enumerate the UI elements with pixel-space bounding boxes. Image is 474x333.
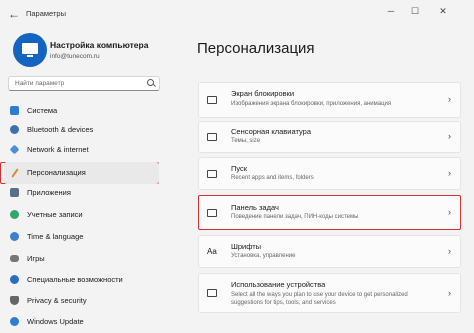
chevron-right-icon: › — [448, 246, 451, 256]
network-icon — [9, 144, 20, 155]
sidebar-item-network[interactable]: Network & internet — [4, 139, 159, 161]
accounts-icon — [10, 210, 19, 219]
sidebar-item-label: Специальные возможности — [27, 275, 123, 284]
sidebar-item-time-language[interactable]: Time & language — [4, 226, 159, 248]
card-subtitle: Поведение панели задач, ПИН-коды системы — [231, 214, 359, 220]
games-icon — [10, 255, 19, 262]
card-title: Использование устройства — [231, 280, 326, 289]
sidebar-item-games[interactable]: Игры — [4, 248, 159, 270]
taskbar-icon — [207, 209, 217, 217]
start-icon — [207, 170, 217, 178]
apps-icon — [10, 188, 19, 197]
minimize-icon[interactable]: ─ — [384, 4, 398, 18]
sidebar-item-label: Privacy & security — [27, 296, 87, 305]
user-profile[interactable]: Настройка компьютера info@tunecom.ru — [8, 33, 188, 69]
search-placeholder: Найти параметр — [15, 80, 65, 87]
sidebar-item-label: Игры — [27, 254, 45, 263]
settings-card-device-usage[interactable]: Использование устройства Select all the … — [198, 273, 461, 313]
sidebar-item-windows-update[interactable]: Windows Update — [4, 311, 159, 333]
sidebar-item-label: Bluetooth & devices — [27, 125, 94, 134]
search-icon — [147, 79, 154, 86]
time-language-icon — [10, 232, 19, 241]
card-subtitle: Изображения экрана блокировки, приложени… — [231, 101, 392, 107]
page-title: Персонализация — [197, 40, 315, 57]
card-subtitle: Установка, управление — [231, 253, 296, 259]
sidebar-item-apps[interactable]: Приложения — [4, 182, 159, 204]
settings-card-fonts[interactable]: Aa Шрифты Установка, управление › — [198, 235, 461, 268]
avatar — [13, 33, 47, 67]
chevron-right-icon: › — [448, 131, 451, 141]
card-title: Пуск — [231, 164, 248, 173]
shield-icon — [10, 296, 19, 305]
lock-screen-icon — [207, 96, 217, 104]
card-title: Сенсорная клавиатура — [231, 127, 311, 136]
sidebar-item-label: Network & internet — [27, 145, 89, 154]
card-subtitle: Темы, size — [231, 138, 261, 144]
monitor-icon — [22, 43, 38, 54]
title-bar: ← Параметры ─ ☐ ✕ — [0, 0, 474, 28]
settings-card-taskbar[interactable]: Панель задач Поведение панели задач, ПИН… — [198, 195, 461, 230]
close-icon[interactable]: ✕ — [436, 4, 450, 18]
sidebar-item-accessibility[interactable]: Специальные возможности — [4, 269, 159, 291]
chevron-right-icon: › — [448, 207, 451, 217]
sidebar-item-label: Windows Update — [27, 317, 84, 326]
keyboard-icon — [207, 133, 217, 141]
card-title: Панель задач — [231, 203, 279, 212]
sidebar-item-personalization[interactable]: Персонализация — [4, 162, 159, 184]
search-input[interactable]: Найти параметр — [8, 76, 160, 91]
settings-card-lock-screen[interactable]: Экран блокировки Изображения экрана блок… — [198, 82, 461, 118]
bluetooth-icon — [10, 125, 19, 134]
chevron-right-icon: › — [448, 168, 451, 178]
card-subtitle: Select all the ways you plan to use your… — [231, 292, 408, 306]
sidebar-item-accounts[interactable]: Учетные записи — [4, 204, 159, 226]
settings-card-touch-keyboard[interactable]: Сенсорная клавиатура Темы, size › — [198, 121, 461, 153]
window-title: Параметры — [26, 9, 66, 18]
sidebar-item-label: Персонализация — [27, 168, 86, 177]
fonts-icon: Aa — [207, 247, 217, 256]
chevron-right-icon: › — [448, 288, 451, 298]
sidebar-item-privacy[interactable]: Privacy & security — [4, 290, 159, 312]
card-title: Шрифты — [231, 242, 262, 251]
sidebar-item-label: Приложения — [27, 188, 71, 197]
sidebar-item-label: Time & language — [27, 232, 84, 241]
system-icon — [10, 106, 19, 115]
profile-name: Настройка компьютера — [50, 40, 149, 50]
back-arrow-icon[interactable]: ← — [6, 6, 22, 22]
maximize-icon[interactable]: ☐ — [408, 4, 422, 18]
sidebar-item-label: Учетные записи — [27, 210, 83, 219]
brush-icon — [11, 168, 19, 178]
card-subtitle: Recent apps and items, folders — [231, 175, 314, 181]
accessibility-icon — [10, 275, 19, 284]
profile-email: info@tunecom.ru — [50, 53, 100, 60]
chevron-right-icon: › — [448, 94, 451, 104]
device-usage-icon — [207, 289, 217, 297]
sidebar-item-bluetooth[interactable]: Bluetooth & devices — [4, 119, 159, 141]
sidebar-item-label: Система — [27, 106, 58, 115]
settings-card-start[interactable]: Пуск Recent apps and items, folders › — [198, 157, 461, 190]
card-title: Экран блокировки — [231, 89, 295, 98]
update-icon — [10, 317, 19, 326]
